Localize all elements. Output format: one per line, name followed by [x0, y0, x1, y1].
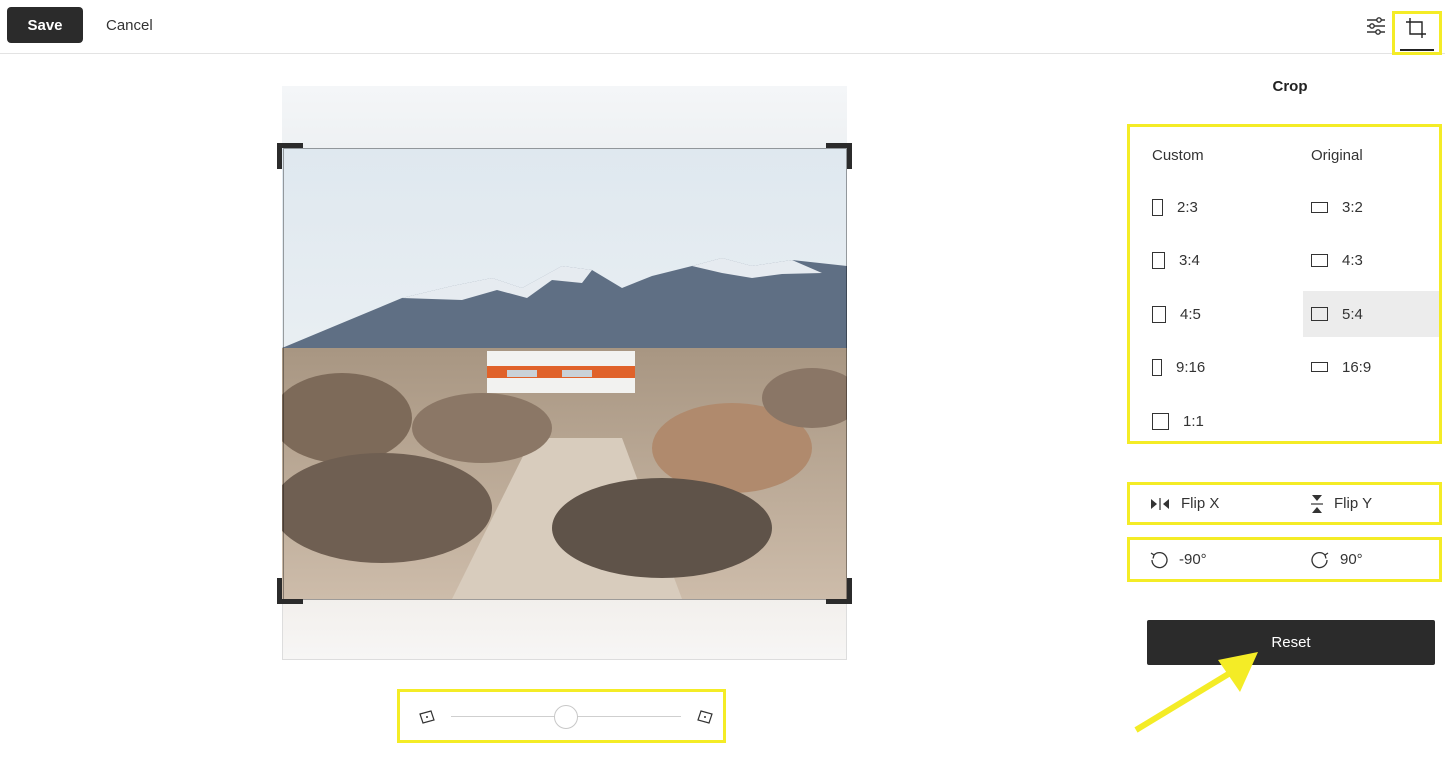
ratio-label: 9:16	[1176, 358, 1206, 376]
active-tab-indicator	[1400, 49, 1434, 51]
ratio-option-5-4[interactable]: 5:4	[1303, 291, 1439, 337]
portrait-ratio-icon	[1152, 305, 1166, 323]
ratio-label: 4:3	[1342, 251, 1363, 269]
top-toolbar: Save Cancel	[0, 0, 1445, 55]
ratio-option-original[interactable]: Original	[1303, 132, 1439, 178]
ratio-option-4-3[interactable]: 4:3	[1303, 237, 1439, 283]
ratio-label: 2:3	[1177, 198, 1198, 216]
photo-desert-trailer	[282, 148, 847, 599]
portrait-ratio-icon	[1152, 251, 1165, 269]
rotate-right-90-button[interactable]: 90°	[1310, 540, 1363, 579]
ratio-label: 3:4	[1179, 251, 1200, 269]
flip-x-button[interactable]: Flip X	[1149, 485, 1219, 522]
image-canvas	[282, 86, 847, 660]
portrait-ratio-icon	[1152, 198, 1163, 216]
ratio-option-9-16[interactable]: 9:16	[1152, 344, 1302, 390]
ratio-label: 3:2	[1342, 198, 1363, 216]
ratio-option-16-9[interactable]: 16:9	[1303, 344, 1439, 390]
flip-y-label: Flip Y	[1334, 495, 1373, 512]
crop-handle-bottom-left[interactable]	[277, 578, 303, 604]
ratio-label: 16:9	[1342, 358, 1372, 376]
panel-title: Crop	[1272, 78, 1308, 95]
portrait-ratio-icon	[1152, 358, 1162, 376]
ratio-option-3-4[interactable]: 3:4	[1152, 237, 1302, 283]
rotate-left-label: -90°	[1179, 551, 1207, 568]
cropped-out-area-top	[282, 86, 847, 148]
crop-handle-top-right[interactable]	[826, 143, 852, 169]
ratio-label: 1:1	[1183, 412, 1204, 430]
flip-vertical-icon	[1311, 494, 1323, 513]
crop-handle-top-left[interactable]	[277, 143, 303, 169]
tab-crop[interactable]	[1392, 11, 1442, 55]
rotate-right-icon	[1311, 551, 1329, 568]
sliders-icon[interactable]	[1364, 14, 1388, 38]
flip-x-label: Flip X	[1181, 495, 1220, 512]
aspect-ratio-list: Custom 2:3 3:4 4:5 9:16 1:1 Original 3:2…	[1127, 124, 1442, 444]
slider-thumb[interactable]	[554, 705, 578, 729]
ratio-label: 5:4	[1342, 305, 1363, 323]
crop-icon	[1406, 18, 1426, 38]
flip-y-button[interactable]: Flip Y	[1310, 485, 1372, 522]
ratio-option-3-2[interactable]: 3:2	[1303, 184, 1439, 230]
straighten-slider	[397, 689, 726, 743]
save-button[interactable]: Save	[7, 7, 83, 43]
ratio-option-custom[interactable]: Custom	[1152, 132, 1302, 178]
ratio-label: 4:5	[1180, 305, 1201, 323]
ratio-option-4-5[interactable]: 4:5	[1152, 291, 1302, 337]
square-ratio-icon	[1152, 412, 1169, 430]
landscape-ratio-icon	[1311, 201, 1328, 213]
rotate-left-icon	[1150, 551, 1168, 568]
flip-controls: Flip X Flip Y	[1127, 482, 1442, 525]
flip-horizontal-icon	[1151, 497, 1169, 510]
landscape-ratio-icon	[1311, 253, 1328, 267]
cancel-button[interactable]: Cancel	[96, 7, 163, 43]
ratio-label: Custom	[1152, 146, 1204, 164]
annotation-arrow-icon	[1134, 652, 1258, 733]
rotate-left-90-button[interactable]: -90°	[1149, 540, 1207, 579]
rotate-counterclockwise-icon[interactable]	[417, 707, 437, 727]
crop-handle-bottom-right[interactable]	[826, 578, 852, 604]
rotate-right-label: 90°	[1340, 551, 1363, 568]
rotate-clockwise-icon[interactable]	[695, 707, 715, 727]
landscape-ratio-icon	[1311, 362, 1328, 372]
landscape-ratio-icon	[1311, 307, 1328, 321]
ratio-option-2-3[interactable]: 2:3	[1152, 184, 1302, 230]
rotate-90-controls: -90° 90°	[1127, 537, 1442, 582]
ratio-label: Original	[1311, 146, 1363, 164]
ratio-option-1-1[interactable]: 1:1	[1152, 398, 1302, 444]
cropped-out-area-bottom	[282, 599, 847, 660]
